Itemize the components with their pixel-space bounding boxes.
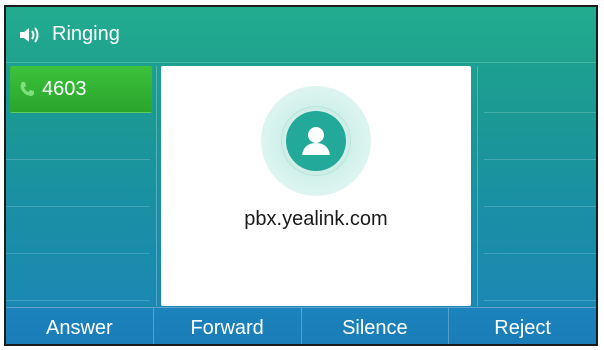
- line-key-2[interactable]: [6, 113, 150, 160]
- phone-screen: Ringing 4603 pbx.yealink.com Answer Forw…: [4, 5, 598, 346]
- line-key-3[interactable]: [6, 160, 150, 207]
- line-key-4[interactable]: [6, 207, 150, 254]
- silence-button[interactable]: Silence: [302, 308, 450, 344]
- line-key-1[interactable]: 4603: [10, 66, 152, 113]
- line-key-5[interactable]: [6, 254, 150, 301]
- line-key-6[interactable]: [484, 66, 596, 113]
- line-keys-right: [477, 66, 596, 306]
- forward-button[interactable]: Forward: [154, 308, 302, 344]
- caller-name: pbx.yealink.com: [244, 208, 388, 230]
- caller-card: pbx.yealink.com: [161, 66, 471, 306]
- status-bar: Ringing: [6, 7, 596, 63]
- answer-button[interactable]: Answer: [6, 308, 154, 344]
- line-keys-left: 4603: [6, 66, 157, 306]
- speaker-icon: [18, 25, 44, 45]
- line-key-9[interactable]: [484, 207, 596, 254]
- line-key-8[interactable]: [484, 160, 596, 207]
- line-key-10[interactable]: [484, 254, 596, 301]
- softkey-bar: Answer Forward Silence Reject: [6, 307, 596, 344]
- status-label: Ringing: [52, 23, 120, 45]
- line-key-label: 4603: [42, 77, 87, 100]
- phone-icon: [18, 80, 36, 98]
- reject-button[interactable]: Reject: [449, 308, 596, 344]
- contact-avatar-icon: [286, 111, 346, 171]
- line-key-7[interactable]: [484, 113, 596, 160]
